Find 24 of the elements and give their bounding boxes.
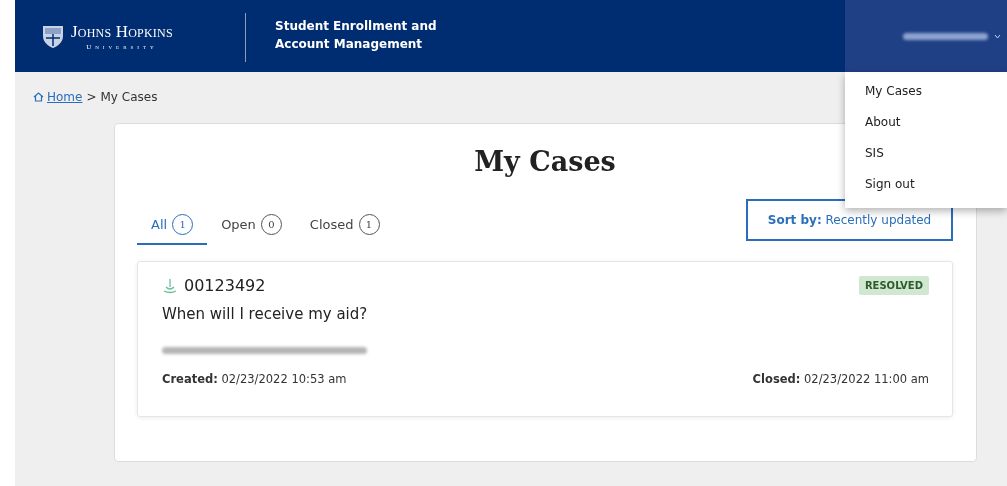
case-subject: When will I receive my aid?: [162, 305, 369, 323]
created-date: Created: 02/23/2022 10:53 am: [162, 372, 347, 386]
caret-icon: [994, 33, 1001, 39]
filter-tab[interactable]: Open 0: [207, 214, 296, 245]
menu-item[interactable]: Sign out: [845, 169, 1007, 200]
filter-tab[interactable]: Closed 1: [295, 214, 394, 245]
closed-date: Closed: 02/23/2022 11:00 am: [752, 372, 929, 386]
breadcrumb-separator: >: [86, 90, 97, 104]
app-title: Student Enrollment and Account Management: [274, 18, 438, 53]
menu-item[interactable]: SIS: [845, 138, 1007, 169]
user-menu-button[interactable]: [845, 0, 1007, 72]
university-name: Johns Hopkins: [71, 21, 173, 42]
menu-item[interactable]: About: [845, 107, 1007, 138]
menu-item[interactable]: My Cases: [845, 76, 1007, 107]
case-card[interactable]: 00123492 RESOLVED When will I receive my aid? Created: 02/23/2022 10:53 am Closed: 02/23/2022 11:00 am: [137, 261, 953, 417]
home-icon: [33, 92, 44, 102]
case-number: 00123492: [184, 276, 266, 295]
case-icon: [162, 277, 178, 294]
page-title: My Cases: [474, 146, 616, 177]
status-badge: RESOLVED: [858, 276, 929, 295]
home-link[interactable]: Home: [33, 90, 83, 104]
shield-logo-icon: [41, 23, 65, 49]
filter-tab[interactable]: All 1: [137, 214, 208, 245]
breadcrumb-current: My Cases: [100, 90, 158, 104]
